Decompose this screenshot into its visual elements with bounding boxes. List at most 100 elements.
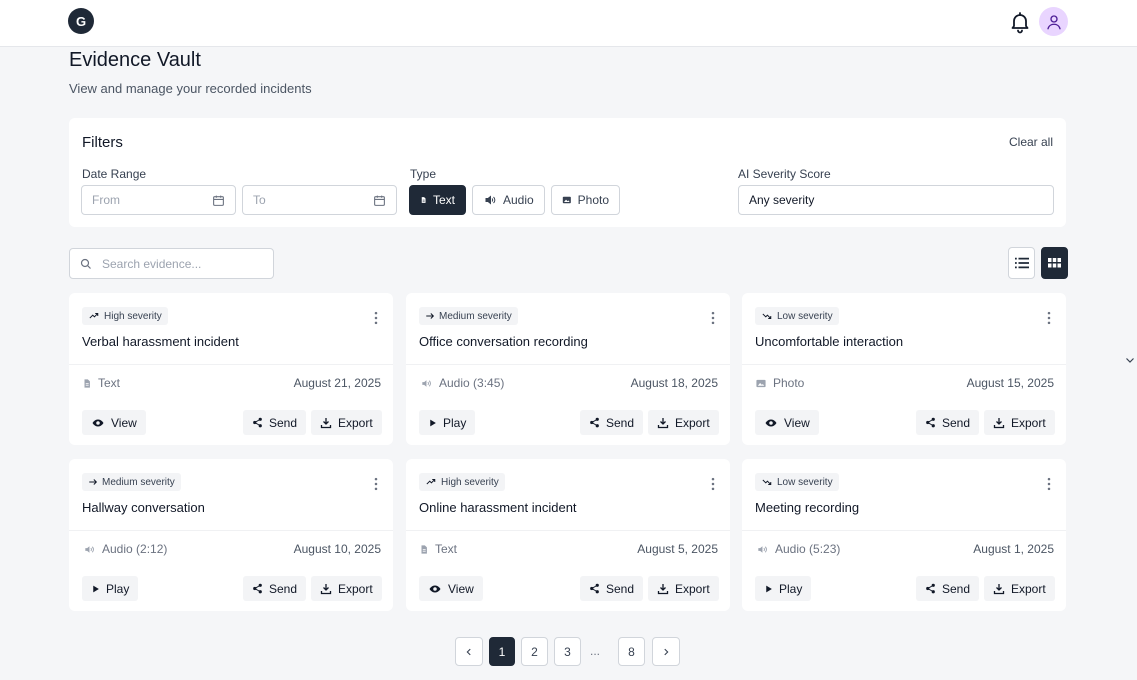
list-view-button[interactable] [1008, 247, 1035, 279]
date-from-input[interactable]: From [81, 185, 236, 215]
severity-label: Medium severity [439, 310, 512, 322]
share-icon [589, 583, 600, 594]
app-logo[interactable]: G [68, 8, 94, 34]
export-button-label: Export [338, 415, 373, 430]
search-icon [80, 258, 91, 269]
play-button[interactable]: Play [82, 576, 139, 601]
grid-icon [1048, 258, 1061, 268]
send-button-label: Send [269, 581, 298, 596]
send-button[interactable]: Send [580, 576, 644, 601]
download-icon [657, 417, 669, 429]
evidence-card[interactable]: Medium severity Office conversation reco… [406, 293, 730, 445]
pagination-ellipsis: ... [590, 644, 601, 658]
export-button[interactable]: Export [984, 410, 1055, 435]
logo-letter: G [75, 13, 87, 29]
send-button[interactable]: Send [580, 410, 644, 435]
top-bar: G [0, 0, 1137, 47]
evidence-card[interactable]: High severity Verbal harassment incident… [69, 293, 393, 445]
send-button[interactable]: Send [243, 576, 307, 601]
page-button-8[interactable]: 8 [618, 637, 645, 666]
severity-label: High severity [104, 310, 162, 322]
more-options-icon[interactable] [1044, 477, 1054, 491]
type-text-button[interactable]: Text [409, 185, 466, 215]
calendar-icon [213, 195, 224, 206]
export-button[interactable]: Export [311, 410, 382, 435]
severity-badge: Low severity [755, 473, 839, 491]
next-page-button[interactable] [652, 637, 680, 666]
more-options-icon[interactable] [371, 311, 381, 325]
eye-icon [428, 583, 442, 595]
card-title: Online harassment incident [419, 500, 577, 515]
type-text-label: Text [432, 193, 455, 207]
prev-page-button[interactable] [455, 637, 483, 666]
evidence-type: Audio (5:23) [755, 542, 840, 556]
trend-up-icon [425, 477, 437, 487]
calendar-icon [374, 195, 385, 206]
evidence-date: August 15, 2025 [966, 376, 1054, 390]
view-button[interactable]: View [755, 410, 819, 435]
send-button-label: Send [942, 415, 971, 430]
severity-select-value: Any severity [749, 193, 815, 207]
arrow-right-icon [88, 477, 98, 487]
user-icon [1046, 14, 1061, 29]
document-icon [421, 197, 426, 203]
type-audio-button[interactable]: Audio [472, 185, 545, 215]
severity-label: Low severity [777, 476, 833, 488]
evidence-type-label: Text [435, 542, 458, 556]
severity-select[interactable]: Any severity [738, 185, 1054, 215]
share-icon [589, 417, 600, 428]
evidence-card[interactable]: Low severity Meeting recording Audio (5:… [742, 459, 1066, 611]
evidence-card[interactable]: Low severity Uncomfortable interaction P… [742, 293, 1066, 445]
user-avatar[interactable] [1039, 7, 1068, 36]
page-button-3[interactable]: 3 [554, 637, 581, 666]
grid-view-button[interactable] [1041, 247, 1068, 279]
send-button-label: Send [606, 415, 635, 430]
send-button[interactable]: Send [916, 410, 980, 435]
chevron-down-icon[interactable] [1124, 354, 1136, 366]
export-button-label: Export [1011, 415, 1046, 430]
card-divider [69, 364, 393, 365]
send-button[interactable]: Send [916, 576, 980, 601]
trend-down-icon [761, 477, 773, 487]
play-button[interactable]: Play [419, 410, 476, 435]
speaker-icon [419, 378, 433, 389]
export-button[interactable]: Export [311, 576, 382, 601]
export-button-label: Export [338, 581, 373, 596]
severity-label: Low severity [777, 310, 833, 322]
date-to-input[interactable]: To [242, 185, 397, 215]
view-button[interactable]: View [419, 576, 483, 601]
clear-all-button[interactable]: Clear all [1009, 135, 1053, 149]
evidence-type-label: Text [98, 376, 121, 390]
severity-badge: Low severity [755, 307, 839, 325]
play-icon [91, 584, 100, 594]
chevron-left-icon [466, 648, 471, 655]
evidence-type: Text [82, 376, 120, 390]
more-options-icon[interactable] [708, 311, 718, 325]
play-button-label: Play [779, 581, 803, 596]
more-options-icon[interactable] [371, 477, 381, 491]
more-options-icon[interactable] [708, 477, 718, 491]
more-options-icon[interactable] [1044, 311, 1054, 325]
play-button[interactable]: Play [755, 576, 812, 601]
evidence-date: August 1, 2025 [973, 542, 1054, 556]
severity-badge: Medium severity [419, 307, 518, 325]
severity-label: AI Severity Score [738, 167, 831, 181]
type-photo-button[interactable]: Photo [551, 185, 620, 215]
export-button[interactable]: Export [648, 410, 719, 435]
evidence-card[interactable]: Medium severity Hallway conversation Aud… [69, 459, 393, 611]
date-from-placeholder: From [92, 193, 120, 207]
export-button[interactable]: Export [984, 576, 1055, 601]
bell-icon[interactable] [1008, 10, 1032, 34]
card-title: Meeting recording [755, 500, 860, 515]
speaker-icon [755, 544, 769, 555]
send-button[interactable]: Send [243, 410, 307, 435]
export-button[interactable]: Export [648, 576, 719, 601]
evidence-card[interactable]: High severity Online harassment incident… [406, 459, 730, 611]
page-subtitle: View and manage your recorded incidents [69, 81, 312, 96]
page-button-1[interactable]: 1 [489, 637, 515, 666]
evidence-date: August 10, 2025 [293, 542, 381, 556]
page-button-2[interactable]: 2 [521, 637, 548, 666]
search-input[interactable]: Search evidence... [69, 248, 274, 279]
view-button[interactable]: View [82, 410, 146, 435]
date-range-label: Date Range [82, 167, 147, 181]
